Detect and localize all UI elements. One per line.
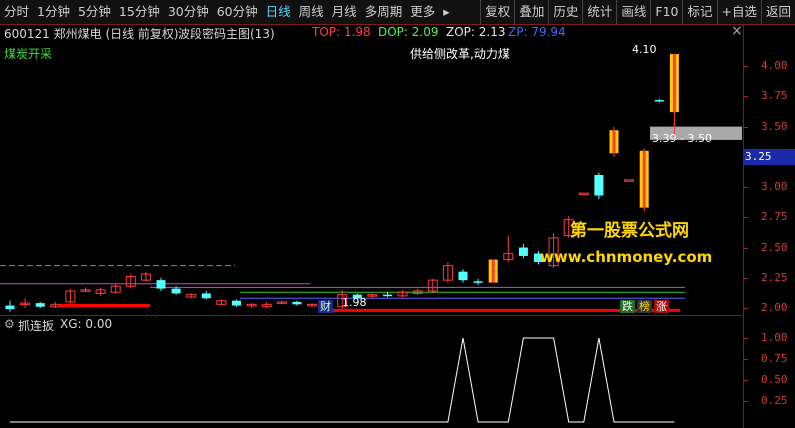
- finance-badge[interactable]: 财: [318, 300, 333, 313]
- candle-body: [383, 294, 392, 297]
- more-arrow-icon[interactable]: ▸: [439, 0, 453, 24]
- axis-tick: [743, 307, 748, 309]
- stock-title: 600121 郑州煤电 (日线 前复权): [4, 27, 179, 41]
- signal-chart[interactable]: [0, 332, 742, 428]
- signal-line: [10, 337, 675, 423]
- sub-axis-label: 1.00: [761, 331, 788, 344]
- candle-body: [491, 259, 495, 283]
- dop-value: DOP: 2.09: [378, 25, 439, 39]
- price-chart[interactable]: [0, 42, 742, 314]
- concept-label: 供给侧改革,动力煤: [410, 47, 510, 61]
- action-button[interactable]: F10: [650, 0, 682, 24]
- axis-label: 3.75: [761, 89, 788, 103]
- panel-divider: [0, 315, 742, 316]
- action-button[interactable]: 历史: [548, 0, 582, 24]
- period-tab[interactable]: 月线: [328, 0, 361, 24]
- price-axis: 4.003.753.503.253.002.752.502.252.00 3.2…: [743, 24, 795, 428]
- period-tab[interactable]: 日线: [262, 0, 295, 24]
- low-label: 1.98: [342, 296, 367, 309]
- candle-body: [624, 179, 635, 182]
- period-tab[interactable]: 60分钟: [213, 0, 262, 24]
- axis-tick: [743, 247, 748, 249]
- axis-label: 2.75: [761, 210, 788, 224]
- candle-body: [594, 174, 604, 196]
- high-label: 4.10: [632, 43, 657, 56]
- axis-tick: [743, 126, 748, 128]
- candle-body: [201, 293, 211, 299]
- candle-body: [232, 300, 241, 306]
- candle-body: [156, 280, 166, 289]
- period-tab[interactable]: 30分钟: [164, 0, 213, 24]
- axis-label: 4.00: [761, 59, 788, 73]
- rise-badge[interactable]: 涨: [654, 300, 669, 313]
- list-badge[interactable]: 榜: [637, 300, 652, 313]
- close-icon[interactable]: ×: [731, 23, 743, 39]
- sub-axis-tick: [743, 359, 748, 360]
- period-tab[interactable]: 15分钟: [115, 0, 164, 24]
- period-tab[interactable]: 更多: [406, 0, 439, 24]
- period-tabs: 分时 1分钟 5分钟 15分钟 30分钟 60分钟 日线 周线 月线 多周期 更多 ▸: [0, 0, 454, 24]
- current-price-tag: 3.25: [743, 148, 795, 165]
- axis-label: 2.00: [761, 300, 788, 314]
- axis-tick: [743, 66, 748, 68]
- sub-axis-tick: [743, 401, 748, 402]
- candle-body: [654, 100, 664, 102]
- period-tab[interactable]: 多周期: [361, 0, 407, 24]
- action-button[interactable]: 标记: [682, 0, 716, 24]
- sub-axis-tick: [743, 380, 748, 381]
- candle-body: [292, 301, 302, 305]
- candle-body: [518, 247, 528, 256]
- candle-body: [5, 305, 15, 310]
- action-button[interactable]: 统计: [582, 0, 616, 24]
- axis-label: 2.50: [761, 240, 788, 254]
- drop-badge[interactable]: 跌: [620, 300, 635, 313]
- candle-body: [612, 130, 616, 154]
- candle-body: [578, 192, 589, 196]
- action-button[interactable]: 复权: [480, 0, 514, 24]
- candle-body: [672, 54, 676, 113]
- period-tab[interactable]: 周线: [295, 0, 328, 24]
- candle-body: [171, 288, 181, 294]
- action-button[interactable]: 叠加: [514, 0, 548, 24]
- axis-label: 3.00: [761, 180, 788, 194]
- xg-value: XG: 0.00: [60, 317, 113, 331]
- axis-tick: [743, 187, 748, 189]
- watermark-title: 第一股票公式网: [570, 221, 689, 241]
- chart-header: 600121 郑州煤电 (日线 前复权) 波段密码主图(13) TOP: 1.9…: [0, 23, 743, 42]
- sector-label: 煤炭开采: [4, 47, 53, 61]
- sub-axis-label: 0.50: [761, 373, 788, 386]
- candle-body: [473, 281, 483, 283]
- axis-tick: [743, 96, 748, 98]
- indicator-name[interactable]: 波段密码主图(13): [178, 25, 275, 42]
- sub-axis-tick: [743, 338, 748, 339]
- action-button[interactable]: 返回: [760, 0, 795, 24]
- toolbar: 分时 1分钟 5分钟 15分钟 30分钟 60分钟 日线 周线 月线 多周期 更多 ▸ 复权 叠加 历史统…: [0, 0, 795, 25]
- range-label: 3.39 - 3.50: [652, 132, 712, 145]
- axis-label: 3.50: [761, 119, 788, 133]
- zp-value: ZP: 79.94: [508, 25, 566, 39]
- candle-body: [458, 271, 468, 281]
- period-tab[interactable]: 1分钟: [33, 0, 74, 24]
- watermark-url: www.chnmoney.com: [540, 248, 713, 266]
- sub-axis-label: 0.75: [761, 352, 788, 365]
- axis-tick: [743, 217, 748, 219]
- zop-value: ZOP: 2.13: [446, 25, 506, 39]
- candle-body: [35, 303, 45, 307]
- action-button[interactable]: 画线: [616, 0, 650, 24]
- axis-tick: [743, 277, 748, 279]
- axis-label: 2.25: [761, 270, 788, 284]
- period-tab[interactable]: 分时: [0, 0, 33, 24]
- toolbar-actions: 复权 叠加 历史 统计 画线 F10 标记 +自选 返回: [480, 0, 795, 24]
- period-tab[interactable]: 5分钟: [74, 0, 115, 24]
- top-value: TOP: 1.98: [312, 25, 371, 39]
- sub-axis-label: 0.25: [761, 394, 788, 407]
- settings-icon[interactable]: ⚙: [4, 317, 15, 331]
- candle-body: [642, 150, 646, 208]
- action-button[interactable]: +自选: [716, 0, 761, 24]
